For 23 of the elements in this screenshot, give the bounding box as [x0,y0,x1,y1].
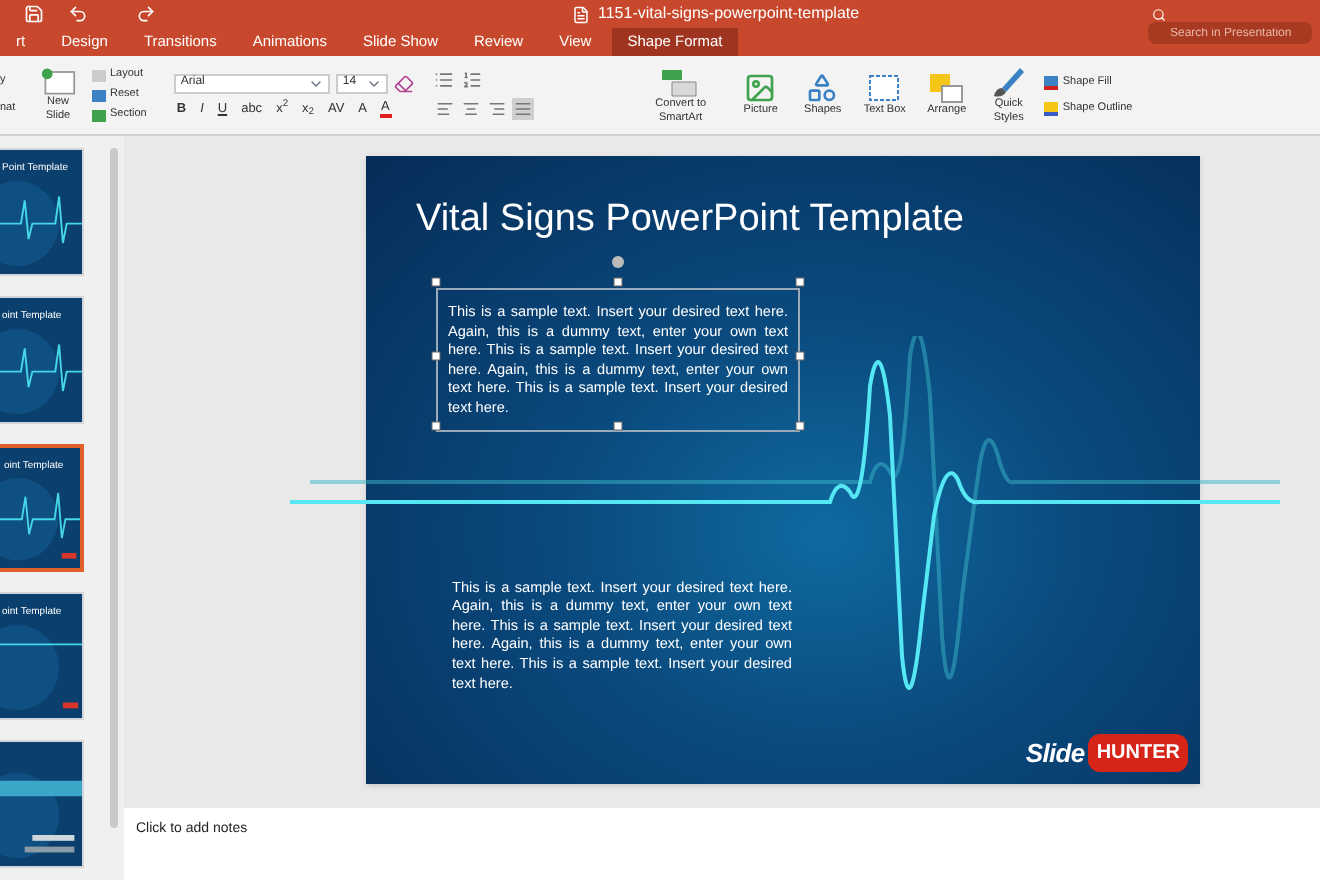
align-icon[interactable] [512,98,535,120]
arrange-icon [926,72,967,104]
brush-icon [988,65,1029,97]
scrollbar[interactable] [110,148,118,828]
slide-hunter-logo: Slide HUNTER [1025,733,1188,772]
slide-title: Vital Signs PowerPoint Template [416,196,966,244]
text-box-icon [864,72,905,104]
search-icon [1152,7,1166,21]
numbered-list-icon[interactable] [462,70,483,90]
selection-handles[interactable] [430,256,806,432]
align-icon[interactable] [460,98,483,120]
save-icon[interactable] [24,4,44,24]
bullet-list-icon[interactable] [434,70,455,90]
clear-format-icon[interactable] [394,73,415,93]
document-icon [572,5,590,23]
align-icon[interactable] [486,98,509,120]
slide-thumbnail[interactable] [0,740,84,868]
align-icon[interactable] [434,98,457,120]
redo-icon[interactable] [136,4,156,24]
new-slide-icon [40,66,76,96]
smartart-icon [660,65,701,97]
window-title: 1151-vital-signs-powerpoint-template [598,2,860,26]
undo-icon[interactable] [68,4,88,24]
